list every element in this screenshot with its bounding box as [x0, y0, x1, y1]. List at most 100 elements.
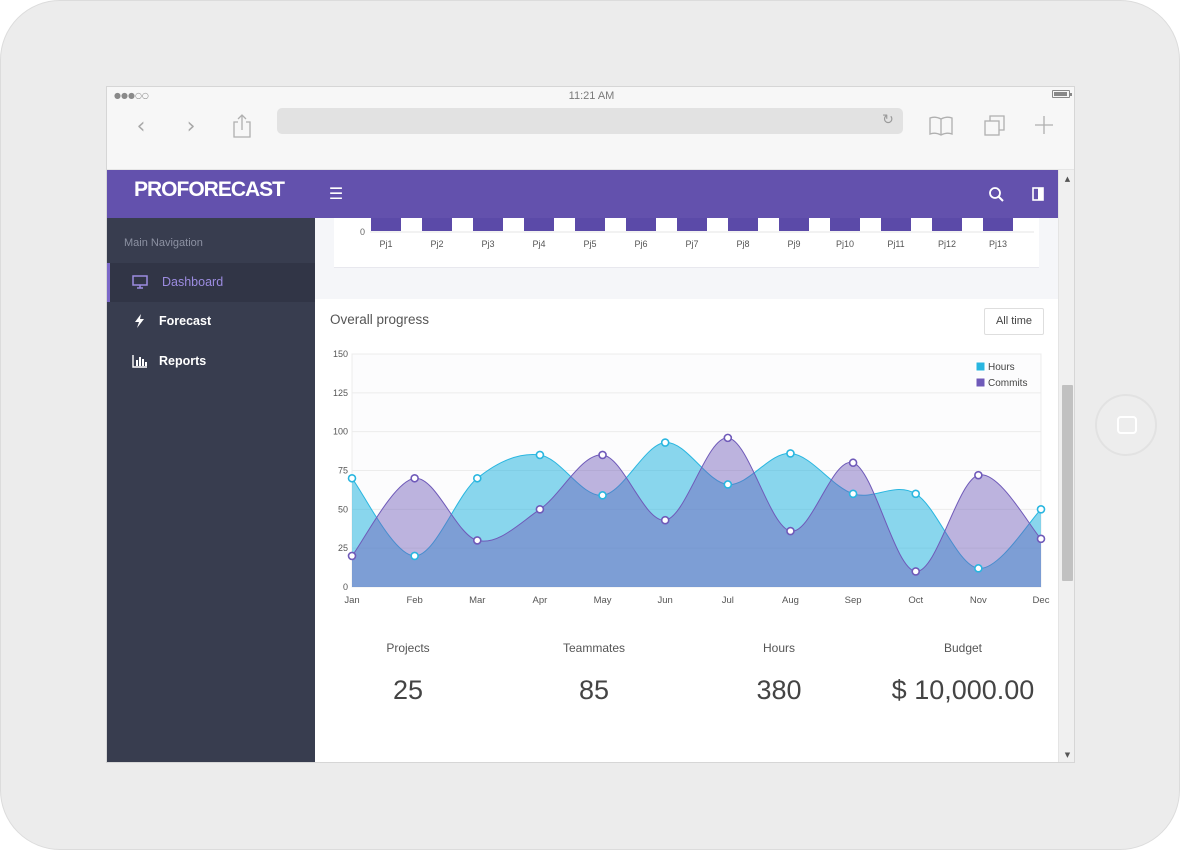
section-title: Overall progress	[330, 312, 430, 327]
data-point	[660, 515, 670, 525]
home-button[interactable]	[1095, 394, 1157, 456]
data-point	[535, 505, 545, 514]
project-bar	[728, 218, 758, 231]
data-point	[410, 473, 419, 483]
x-tick-label: Pj13	[989, 239, 1007, 249]
x-tick-label: Sep	[845, 595, 862, 606]
data-point	[1036, 505, 1046, 514]
x-tick-label: Pj9	[787, 239, 800, 249]
x-tick-label: Pj1	[379, 239, 392, 249]
x-tick-label: Pj4	[532, 239, 545, 249]
bolt-icon	[132, 314, 148, 328]
data-point	[1036, 534, 1046, 544]
project-bar	[983, 218, 1013, 231]
stat-value: 85	[578, 675, 610, 705]
app: PROFORECAST ☰ Main Navigation Dashboard	[107, 170, 1074, 762]
bar-chart-icon	[132, 354, 148, 368]
y-tick-label: 75	[338, 466, 348, 476]
legend-label: Hours	[988, 362, 1015, 373]
x-tick-label: Jun	[658, 595, 673, 606]
sidebar: Main Navigation Dashboard Forecast Repor…	[107, 218, 315, 762]
sidebar-item-label: Dashboard	[162, 275, 224, 289]
menu-toggle-icon[interactable]: ☰	[326, 184, 346, 204]
y-zero-label: 0	[360, 227, 365, 237]
x-tick-label: May	[594, 595, 612, 606]
sidebar-title: Main Navigation	[124, 237, 203, 249]
data-point	[974, 470, 983, 480]
x-tick-label: Dec	[1033, 595, 1050, 606]
data-point	[347, 473, 357, 483]
stat-projects: Projects 25	[315, 641, 501, 707]
back-icon[interactable]: ‹	[127, 113, 155, 141]
project-bar	[677, 218, 707, 231]
data-point	[472, 536, 482, 545]
x-tick-label: Pj6	[634, 239, 647, 249]
panel-toggle-icon[interactable]	[1027, 183, 1049, 205]
project-bar	[524, 218, 554, 231]
data-point	[911, 489, 921, 499]
scroll-up-icon[interactable]: ▲	[1059, 172, 1074, 186]
battery-icon	[1052, 90, 1072, 98]
brand-logo[interactable]: PROFORECAST	[134, 178, 285, 202]
sidebar-item-dashboard[interactable]: Dashboard	[107, 263, 315, 302]
stat-budget: Budget $ 10,000.00	[860, 641, 1058, 707]
main-content: 0 Pj1 Pj2 Pj3 Pj4 Pj5 Pj6 Pj7 Pj8 Pj9 Pj10 Pj11 Pj12…	[315, 218, 1058, 762]
legend-label: Commits	[988, 378, 1027, 389]
y-tick-label: 0	[343, 582, 348, 592]
data-point	[598, 491, 607, 500]
scroll-down-icon[interactable]: ▼	[1059, 748, 1074, 762]
project-bar	[473, 218, 503, 231]
x-tick-label: Jul	[722, 595, 734, 606]
x-tick-label: Pj11	[887, 239, 904, 249]
x-tick-label: Pj5	[583, 239, 596, 249]
data-point	[598, 450, 607, 460]
data-point	[848, 458, 858, 468]
data-point	[535, 450, 545, 460]
search-icon[interactable]	[985, 183, 1007, 205]
sidebar-item-forecast[interactable]: Forecast	[107, 302, 315, 341]
data-point	[723, 433, 733, 443]
browser-toolbar: ‹ › ↻	[107, 105, 1074, 170]
data-point	[786, 526, 795, 536]
stat-label: Hours	[762, 641, 795, 655]
stat-hours: Hours 380	[686, 641, 872, 707]
y-tick-label: 50	[338, 504, 348, 514]
x-tick-label: Mar	[469, 595, 485, 606]
data-point	[347, 551, 357, 561]
sidebar-item-label: Forecast	[159, 314, 212, 328]
project-bar	[932, 218, 962, 231]
data-point	[848, 489, 858, 499]
projects-chart-card: 0 Pj1 Pj2 Pj3 Pj4 Pj5 Pj6 Pj7 Pj8 Pj9 Pj10 Pj11 Pj12…	[334, 218, 1039, 268]
status-time: 11:21 AM	[568, 90, 615, 102]
x-tick-label: Pj2	[430, 239, 443, 249]
sidebar-item-reports[interactable]: Reports	[107, 342, 315, 381]
status-bar: ●●●○○ 11:21 AM	[107, 87, 1074, 105]
all-time-button[interactable]: All time	[984, 308, 1044, 335]
data-point	[472, 473, 482, 483]
new-tab-icon[interactable]	[1030, 113, 1058, 141]
project-bar	[422, 218, 452, 231]
x-tick-label: Oct	[908, 595, 923, 606]
project-bar	[779, 218, 809, 231]
overall-progress-chart: 0 25 50 75 100 125 150 Jan Feb Mar Apr May Jun Jul Aug…	[333, 349, 1050, 606]
x-tick-label: Apr	[533, 595, 548, 606]
forward-icon[interactable]: ›	[177, 113, 205, 141]
projects-panel: 0 Pj1 Pj2 Pj3 Pj4 Pj5 Pj6 Pj7 Pj8 Pj9 Pj10 Pj11 Pj12…	[315, 218, 1058, 299]
stat-label: Projects	[386, 641, 430, 655]
share-icon[interactable]	[228, 113, 256, 141]
sidebar-item-label: Reports	[159, 354, 207, 368]
legend-swatch	[975, 377, 986, 388]
data-point	[723, 480, 733, 489]
data-point	[410, 551, 419, 561]
scrollbar[interactable]: ▲ ▼	[1058, 170, 1074, 762]
x-tick-label: Nov	[970, 595, 987, 606]
reload-icon[interactable]: ↻	[879, 110, 897, 130]
tabs-icon[interactable]	[981, 113, 1009, 141]
bookmarks-icon[interactable]	[927, 113, 955, 141]
x-tick-label: Aug	[782, 595, 799, 606]
project-bar	[575, 218, 605, 231]
scrollbar-thumb[interactable]	[1062, 385, 1073, 581]
x-tick-label: Pj10	[836, 239, 854, 249]
url-bar[interactable]: ↻	[277, 108, 903, 134]
stat-label: Budget	[943, 641, 983, 655]
